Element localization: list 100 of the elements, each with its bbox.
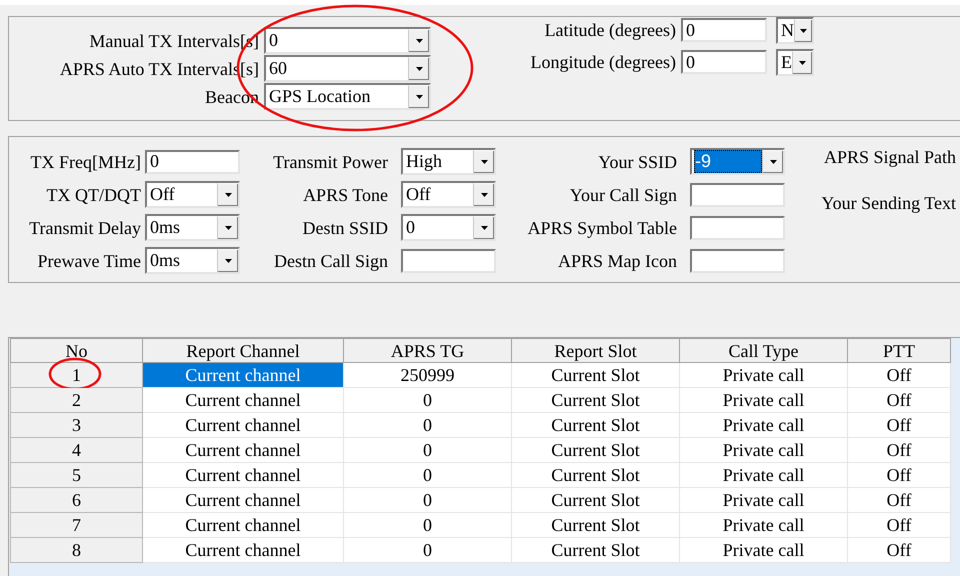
table-cell[interactable]: Off (848, 362, 950, 388)
caret-icon (416, 95, 422, 99)
table-cell[interactable]: Current Slot (512, 388, 680, 412)
table-cell[interactable]: Current Slot (512, 438, 680, 462)
table-cell[interactable]: 0 (344, 488, 512, 512)
table-cell[interactable]: Current Slot (512, 538, 680, 562)
table-cell[interactable]: Off (848, 462, 950, 488)
field-label: APRS Signal Path (824, 147, 956, 167)
table-cell[interactable]: Current channel (142, 538, 344, 562)
field-label: Your Call Sign (568, 184, 677, 204)
row-number: 5 (10, 462, 142, 488)
table-cell[interactable]: Current channel (142, 488, 344, 512)
table-cell[interactable]: Off (848, 512, 950, 538)
table-cell[interactable]: Off (848, 438, 950, 462)
row-number: 4 (10, 438, 142, 462)
input-field[interactable] (401, 248, 496, 272)
table-cell[interactable]: Current channel (142, 462, 344, 488)
column-header[interactable]: PTT (848, 338, 950, 362)
table-cell[interactable]: 0 (344, 412, 512, 438)
dropdown[interactable]: 0 (264, 27, 431, 54)
table-cell[interactable]: Current Slot (512, 412, 680, 438)
table-cell[interactable]: Current Slot (512, 488, 680, 512)
field-label: Transmit Delay (28, 218, 141, 238)
field-label: Prewave Time (36, 250, 141, 270)
field-label: Transmit Power (272, 152, 388, 172)
dropdown[interactable]: 0 (401, 214, 496, 241)
caret-icon (480, 160, 488, 164)
caret-icon (416, 39, 422, 43)
input-field[interactable]: 0 (681, 18, 767, 42)
table-cell[interactable]: Private call (680, 538, 848, 562)
table-cell[interactable]: Current channel (142, 512, 344, 538)
row-number: 8 (10, 538, 142, 562)
table-cell[interactable]: 0 (344, 388, 512, 412)
dropdown[interactable]: Off (401, 181, 496, 208)
field-label: Destn Call Sign (272, 250, 388, 270)
column-header[interactable]: Report Channel (142, 338, 344, 362)
field-label: TX Freq[MHz] (30, 152, 141, 172)
caret-icon (224, 193, 232, 197)
dropdown[interactable]: 0ms (145, 214, 240, 241)
table-cell[interactable]: Current Slot (512, 462, 680, 488)
column-header[interactable]: Report Slot (512, 338, 680, 362)
caret-icon (800, 28, 807, 32)
dropdown[interactable]: 0ms (145, 247, 240, 274)
table-cell[interactable]: Private call (680, 362, 848, 388)
row-number: 3 (10, 412, 142, 438)
table-cell[interactable]: 0 (344, 438, 512, 462)
table-cell[interactable]: Current Slot (512, 362, 680, 388)
row-number: 2 (10, 388, 142, 412)
field-label: Latitude (degrees) (544, 20, 676, 40)
field-label: TX QT/DQT (46, 184, 141, 204)
field-label: Destn SSID (301, 218, 388, 238)
table-cell[interactable]: Off (848, 488, 950, 512)
table-cell[interactable]: Private call (680, 412, 848, 438)
field-label: Your SSID (597, 152, 677, 172)
row-number: 6 (10, 488, 142, 512)
caret-icon (224, 259, 232, 263)
caret-icon (480, 226, 488, 230)
caret-icon (770, 160, 776, 164)
caret-icon (224, 226, 232, 230)
table-cell[interactable]: Off (848, 412, 950, 438)
input-field[interactable] (690, 248, 785, 272)
table-cell[interactable]: Private call (680, 438, 848, 462)
dropdown[interactable]: E (776, 48, 814, 76)
dropdown[interactable]: High (401, 148, 496, 175)
table-cell[interactable]: Current channel (142, 412, 344, 438)
table-cell[interactable]: Current Slot (512, 512, 680, 538)
dropdown[interactable]: 60 (264, 55, 431, 82)
field-label: APRS Tone (302, 184, 388, 204)
dropdown[interactable]: -9 (690, 148, 785, 175)
table-cell[interactable]: Off (848, 538, 950, 562)
caret-icon (480, 193, 488, 197)
input-field[interactable] (690, 216, 785, 240)
table-cell[interactable]: Off (848, 388, 950, 412)
field-label: Your Sending Text (821, 193, 956, 213)
caret-icon (799, 60, 806, 64)
column-header[interactable]: Call Type (680, 338, 848, 362)
table-cell[interactable]: Private call (680, 462, 848, 488)
dropdown[interactable]: Off (145, 181, 240, 208)
table-cell[interactable]: 0 (344, 512, 512, 538)
table-cell[interactable]: Current channel (142, 388, 344, 412)
input-field[interactable] (690, 182, 785, 206)
table-cell[interactable]: Private call (680, 488, 848, 512)
input-field[interactable]: 0 (145, 150, 240, 174)
column-header[interactable]: APRS TG (344, 338, 512, 362)
field-label: APRS Map Icon (556, 250, 677, 270)
dropdown[interactable]: GPS Location (264, 83, 431, 110)
table-cell[interactable]: Private call (680, 388, 848, 412)
table-cell[interactable]: Current channel (142, 362, 344, 388)
table-cell[interactable]: 0 (344, 538, 512, 562)
table-cell[interactable]: 250999 (344, 362, 512, 388)
row-number: 7 (10, 512, 142, 538)
table-cell[interactable]: Current channel (142, 438, 344, 462)
input-field[interactable]: 0 (681, 50, 767, 74)
field-label: Longitude (degrees) (530, 52, 676, 72)
column-header[interactable]: No (10, 338, 142, 362)
table-cell[interactable]: 0 (344, 462, 512, 488)
dropdown[interactable]: N (776, 16, 814, 44)
field-label: APRS Symbol Table (526, 218, 677, 238)
table-cell[interactable]: Private call (680, 512, 848, 538)
caret-icon (416, 67, 422, 71)
